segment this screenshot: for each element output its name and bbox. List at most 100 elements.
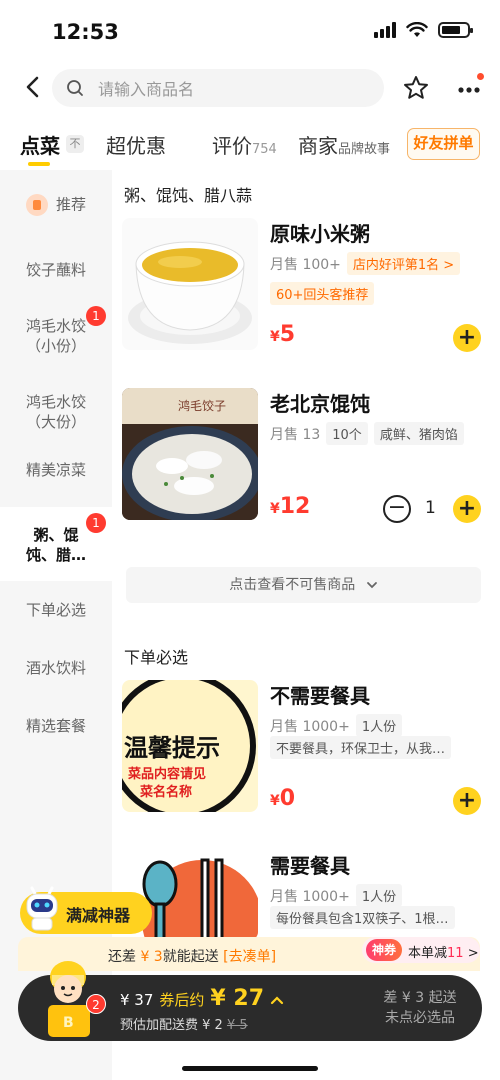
currency-symbol: ¥ [270,793,280,809]
repeat-customer-tag: 60+回头客推荐 [270,282,375,305]
sidebar-count-badge: 1 [86,306,106,326]
discount-tool-label: 满减神器 [66,906,131,925]
sidebar-item-label: 鸿毛水饺 [25,393,86,411]
quantity-value: 1 [425,498,436,518]
add-to-cart-button[interactable]: + [453,324,481,352]
sidebar-item-label: 推荐 [55,195,86,214]
sidebar-item-recommend[interactable]: 推荐 [0,194,112,216]
product-tag: 咸鲜、猪肉馅 [373,422,464,445]
cart-count-badge: 2 [86,994,106,1014]
sidebar-item-label: 饨、腊… [25,546,86,564]
product-item[interactable]: 需要餐具 月售 1000+ 1人份 每份餐具包含1双筷子、1根… [122,850,492,940]
svg-text:B: B [63,1015,74,1031]
signal-icon [374,22,396,38]
product-name: 原味小米粥 [270,222,370,246]
cart-total-line: ¥ 37 券后约 ¥ 27 [120,986,284,1011]
add-items-link[interactable]: [去凑单] [223,949,276,965]
checkout-disabled-button[interactable]: 差 ¥ 3 起送 未点必选品 [370,988,470,1028]
image-brand-text: 鸿毛饺子 [178,398,226,413]
product-tag: 1人份 [355,884,403,907]
status-bar: 12:53 [0,0,500,62]
product-item[interactable]: 温馨提示 菜品内容请见 菜名名称 不需要餐具 月售 1000+ 1人份 不要餐具… [122,680,492,820]
required-item-missing: 未点必选品 [385,1010,455,1026]
robot-mascot-icon [26,886,58,931]
coupon-discount-text: 本单减11 > [408,942,479,961]
search-placeholder: 请输入商品名 [98,80,195,99]
search-icon [67,80,83,96]
rank-tag[interactable]: 店内好评第1名 > [346,252,461,275]
sidebar-item-drinks[interactable]: 酒水饮料 [0,658,112,678]
after-coupon-price: ¥ 27 [210,986,265,1011]
product-meta: 月售 1000+ 1人份 [270,714,403,737]
product-image [122,218,258,350]
delivery-fee-original: ¥ 5 [226,1018,248,1033]
product-sales: 月售 13 [270,426,321,443]
tab-reviews[interactable]: 评价754 [212,130,277,159]
add-to-cart-button[interactable]: + [453,787,481,815]
battery-icon [438,22,473,38]
search-input[interactable]: 请输入商品名 [52,69,384,107]
tip-amount: ¥ 3 [136,949,163,965]
sidebar-item-combos[interactable]: 精选套餐 [0,716,112,736]
product-sales: 月售 1000+ [270,888,350,905]
tab-active-underline [28,162,50,166]
add-to-cart-button[interactable]: + [453,495,481,523]
product-image: 温馨提示 菜品内容请见 菜名名称 [122,680,258,812]
price-value: 0 [279,786,296,811]
brand-story-label: 品牌故事 [338,142,391,157]
min-order-tip: 还差 ¥ 3就能起送 [去凑单] [108,946,276,966]
product-tag: 1人份 [355,714,403,737]
min-order-gap: 差 ¥ 3 起送 [383,990,457,1006]
chevron-right-icon: > [467,946,479,961]
tab-deals[interactable]: 超优惠 [106,130,166,159]
section-title: 粥、馄饨、腊八蒜 [124,186,253,205]
delivery-fee-line: 预估加配送费 ¥ 2 ¥ 5 [120,1014,248,1033]
super-coupon-badge: 神券 [366,939,402,961]
back-icon[interactable] [18,72,48,102]
tab-badge: 不 [66,135,84,153]
tab-merchant[interactable]: 商家品牌故事 [298,130,390,159]
tip-mid: 就能起送 [162,949,219,965]
unavailable-label: 点击查看不可售商品 [229,577,356,593]
product-name: 老北京馄饨 [270,392,370,416]
sidebar-item-dipping-sauce[interactable]: 饺子蘸料 [0,260,112,280]
sidebar-item-label: （小份） [25,337,86,355]
price-value: 12 [279,494,311,519]
product-tag: 10个 [326,422,368,445]
product-price: ¥0 [270,786,295,811]
chevron-up-icon[interactable] [270,995,284,1005]
tab-order[interactable]: 点菜 [20,130,60,159]
product-meta: 月售 13 10个 咸鲜、猪肉馅 [270,422,464,445]
tip-prefix: 还差 [108,949,136,965]
product-description-tag: 每份餐具包含1双筷子、1根… [270,906,455,929]
recommend-icon [25,194,48,216]
status-icons [374,22,473,38]
sidebar-item-required[interactable]: 下单必选 [0,600,112,620]
currency-symbol: ¥ [270,501,280,517]
sidebar-count-badge: 1 [86,513,106,533]
image-notice-title: 温馨提示 [124,734,220,762]
sidebar-item-cold-dishes[interactable]: 精美凉菜 [0,460,112,480]
top-bar: 请输入商品名 [0,62,500,114]
image-notice-line: 菜品内容请见 [127,766,206,782]
delivery-fee: 预估加配送费 ¥ 2 [120,1018,223,1033]
decrease-quantity-button[interactable]: − [383,495,411,523]
section-title: 下单必选 [124,648,189,667]
product-name: 需要餐具 [270,854,350,878]
group-order-button[interactable]: 好友拼单 [407,128,480,160]
product-image: 鸿毛饺子 [122,388,258,520]
product-price: ¥12 [270,494,310,519]
product-sales: 月售 100+ [270,256,341,273]
chevron-down-icon [366,582,377,589]
coupon-discount-label: 本单减 [408,946,448,961]
unavailable-items-toggle[interactable]: 点击查看不可售商品 [126,567,481,603]
product-item[interactable]: 鸿毛饺子 老北京馄饨 月售 13 10个 咸鲜、猪肉馅 ¥12 − 1 + [122,388,492,528]
status-time: 12:53 [52,20,119,44]
tab-reviews-label: 评价 [212,134,252,158]
review-count: 754 [252,142,277,157]
favorite-star-icon[interactable] [402,74,430,102]
product-item[interactable]: 原味小米粥 月售 100+ 店内好评第1名 > 60+回头客推荐 ¥5 + [122,218,492,358]
image-notice-line: 菜名名称 [139,784,192,800]
cart-total: ¥ 37 [120,991,154,1009]
sidebar-item-dumplings-large[interactable]: 鸿毛水饺 （大份） [0,392,112,432]
